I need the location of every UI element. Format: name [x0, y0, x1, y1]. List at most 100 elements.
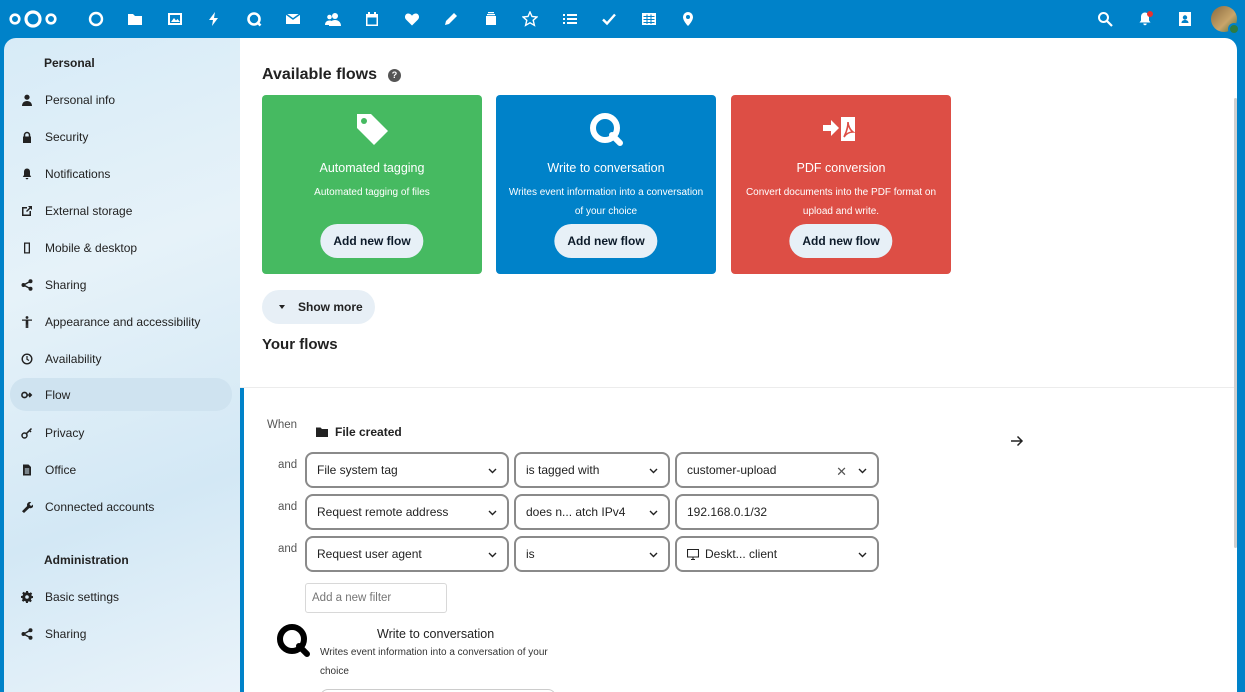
gear-icon: [10, 590, 44, 603]
add-new-flow-button[interactable]: Add new flow: [554, 224, 658, 258]
sidebar-item-flow[interactable]: Flow: [10, 378, 232, 411]
check-select[interactable]: Request user agent: [305, 536, 509, 572]
add-new-flow-button[interactable]: Add new flow: [320, 224, 424, 258]
operation-title: Write to conversation: [377, 627, 495, 641]
sidebar-item-office[interactable]: Office: [10, 453, 232, 486]
tasks-list-icon[interactable]: [550, 0, 590, 38]
pdf-convert-icon: [823, 117, 856, 141]
app-store-icon[interactable]: [511, 0, 551, 38]
sidebar-item-availability[interactable]: Availability: [10, 342, 232, 375]
operator-value: is: [526, 547, 535, 561]
mail-icon[interactable]: [274, 0, 314, 38]
operation-description: Writes event information into a conversa…: [320, 647, 548, 677]
caret-down-icon: [279, 305, 285, 309]
notes-icon[interactable]: [432, 0, 472, 38]
sidebar-item-label: Connected accounts: [45, 499, 155, 514]
card-description: Writes event information into a conversa…: [508, 187, 704, 217]
operator-select[interactable]: is: [514, 536, 670, 572]
add-new-flow-button[interactable]: Add new flow: [789, 224, 893, 258]
dashboard-icon[interactable]: [76, 0, 116, 38]
sidebar-item-appearance[interactable]: Appearance and accessibility: [10, 305, 232, 338]
sidebar-item-label: Security: [45, 129, 89, 144]
chevron-down-icon: [858, 552, 867, 558]
sidebar-item-label: Personal info: [45, 92, 116, 107]
add-filter-input[interactable]: Add a new filter: [305, 583, 447, 613]
document-icon: [10, 464, 44, 476]
scrollbar[interactable]: [1234, 98, 1237, 548]
show-more-button[interactable]: Show more: [262, 290, 375, 324]
sidebar-item-label: Basic settings: [45, 589, 120, 604]
phone-icon: [10, 242, 44, 254]
tag-value-select[interactable]: customer-upload ✕: [675, 452, 879, 488]
wrench-icon: [10, 501, 44, 513]
card-description: Convert documents into the PDF format on…: [745, 187, 937, 217]
sidebar-item-label: Mobile & desktop: [45, 240, 138, 255]
sidebar-item-label: Availability: [45, 351, 102, 366]
chevron-down-icon: [488, 510, 497, 516]
deck-icon[interactable]: [471, 0, 511, 38]
top-bar: [0, 0, 1245, 38]
sidebar-item-notifications[interactable]: Notifications: [10, 157, 232, 190]
your-flows-title: Your flows: [262, 336, 338, 353]
talk-icon: [277, 624, 310, 657]
operator-select[interactable]: is tagged with: [514, 452, 670, 488]
sidebar-item-connected-accounts[interactable]: Connected accounts: [10, 490, 232, 523]
sidebar-item-label: Notifications: [45, 166, 111, 181]
user-agent-select[interactable]: Deskt... client: [675, 536, 879, 572]
tag-icon: [357, 114, 388, 145]
operator-value: is tagged with: [526, 463, 600, 477]
sidebar-item-security[interactable]: Security: [10, 120, 232, 153]
sidebar-item-basic-settings[interactable]: Basic settings: [10, 580, 232, 613]
contacts-icon[interactable]: [313, 0, 353, 38]
operator-value: does n... atch IPv4: [526, 505, 626, 519]
notifications-icon[interactable]: [1125, 0, 1165, 38]
arrow-right-icon[interactable]: [1009, 433, 1025, 449]
photos-icon[interactable]: [155, 0, 195, 38]
sidebar-item-mobile-desktop[interactable]: Mobile & desktop: [10, 231, 232, 264]
check-value: Request remote address: [317, 505, 449, 519]
contacts-menu-icon[interactable]: [1165, 0, 1205, 38]
check-select[interactable]: Request remote address: [305, 494, 509, 530]
tasks-check-icon[interactable]: [590, 0, 630, 38]
available-flows-heading: Available flows ?: [262, 66, 401, 84]
clear-icon[interactable]: ✕: [836, 464, 847, 480]
nextcloud-logo-icon[interactable]: [8, 9, 58, 29]
sidebar-item-admin-sharing[interactable]: Sharing: [10, 617, 232, 650]
tables-icon[interactable]: [629, 0, 669, 38]
accessibility-icon: [10, 315, 44, 328]
sidebar-item-privacy[interactable]: Privacy: [10, 416, 232, 449]
help-icon[interactable]: ?: [388, 68, 401, 82]
share-icon: [10, 627, 44, 640]
favorites-icon[interactable]: [392, 0, 432, 38]
online-status-icon: [1228, 23, 1240, 35]
user-agent-value: Deskt... client: [705, 547, 778, 561]
chevron-down-icon: [649, 552, 658, 558]
flow-card-pdf-conversion: PDF conversion Convert documents into th…: [731, 95, 951, 274]
files-icon[interactable]: [116, 0, 156, 38]
talk-icon: [590, 113, 623, 146]
ip-value-input[interactable]: 192.168.0.1/32: [675, 494, 879, 530]
external-link-icon: [10, 205, 44, 217]
lock-icon: [10, 131, 44, 143]
avatar[interactable]: [1211, 6, 1240, 35]
sidebar-item-label: Privacy: [45, 425, 85, 440]
search-icon[interactable]: [1085, 0, 1125, 38]
calendar-icon[interactable]: [353, 0, 393, 38]
bell-icon: [10, 168, 44, 180]
and-label: and: [278, 459, 298, 471]
talk-icon[interactable]: [234, 0, 274, 38]
activity-icon[interactable]: [195, 0, 235, 38]
sidebar-item-sharing[interactable]: Sharing: [10, 268, 232, 301]
check-select[interactable]: File system tag: [305, 452, 509, 488]
chevron-down-icon: [649, 468, 658, 474]
sidebar-item-label: Sharing: [45, 626, 87, 641]
sidebar-item-personal-info[interactable]: Personal info: [10, 83, 232, 116]
header-right: [1085, 0, 1245, 38]
sidebar-item-external-storage[interactable]: External storage: [10, 194, 232, 227]
maps-icon[interactable]: [669, 0, 709, 38]
chevron-down-icon: [488, 552, 497, 558]
operator-select[interactable]: does n... atch IPv4: [514, 494, 670, 530]
card-description: Automated tagging of files: [314, 187, 430, 198]
trigger-event[interactable]: File created: [316, 425, 402, 439]
check-value: Request user agent: [317, 547, 422, 561]
